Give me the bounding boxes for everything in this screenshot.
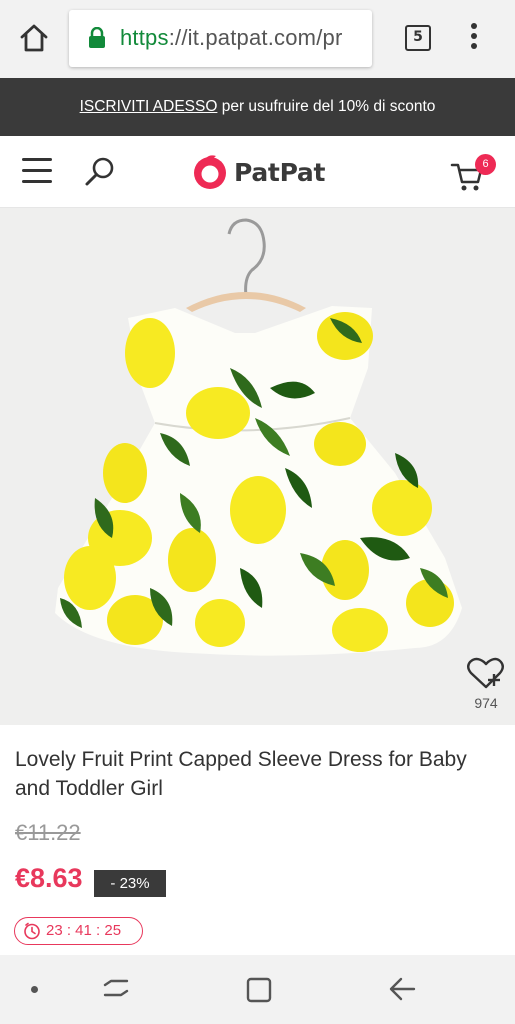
back-arrow-icon[interactable] bbox=[386, 975, 418, 1003]
lemon-dress-image bbox=[55, 218, 462, 656]
lock-icon bbox=[89, 27, 105, 48]
discount-badge: - 23% bbox=[94, 870, 166, 897]
dot-icon[interactable] bbox=[31, 986, 38, 993]
promo-banner: ISCRIVITI ADESSO per usufruire del 10% d… bbox=[0, 78, 515, 136]
countdown-timer: 23 : 41 : 25 bbox=[14, 917, 143, 945]
home-icon[interactable] bbox=[18, 22, 50, 54]
cart-count-badge: 6 bbox=[475, 154, 496, 175]
original-price: €11.22 bbox=[15, 820, 81, 845]
recents-icon[interactable] bbox=[100, 975, 132, 1003]
url-bar[interactable]: https://it.patpat.com/pr bbox=[69, 10, 372, 67]
sale-price: €8.63 bbox=[15, 863, 83, 893]
promo-text: per usufruire del 10% di sconto bbox=[217, 98, 436, 115]
signup-link[interactable]: ISCRIVITI ADESSO bbox=[80, 98, 218, 115]
countdown-text: 23 : 41 : 25 bbox=[46, 922, 122, 939]
product-title: Lovely Fruit Print Capped Sleeve Dress f… bbox=[15, 748, 467, 800]
site-header: PatPat 6 bbox=[0, 136, 515, 208]
home-square-icon[interactable] bbox=[244, 975, 274, 1005]
url-domain: ://it.patpat.com/pr bbox=[168, 25, 343, 50]
search-icon[interactable] bbox=[82, 154, 118, 190]
url-scheme: https bbox=[120, 25, 169, 50]
logo-text: PatPat bbox=[234, 157, 326, 187]
url-text: https://it.patpat.com/pr bbox=[120, 25, 342, 51]
more-vert-icon[interactable] bbox=[464, 23, 484, 53]
heart-add-icon[interactable] bbox=[466, 656, 506, 690]
browser-toolbar: https://it.patpat.com/pr 5 bbox=[0, 0, 515, 78]
cart-button[interactable]: 6 bbox=[450, 154, 498, 194]
patpat-logo[interactable]: PatPat bbox=[192, 152, 325, 192]
menu-icon[interactable] bbox=[22, 158, 52, 184]
tabs-button[interactable]: 5 bbox=[405, 25, 431, 51]
favorite-count: 974 bbox=[474, 695, 498, 711]
timer-icon bbox=[24, 922, 40, 940]
patpat-logo-icon bbox=[194, 155, 226, 189]
product-image[interactable]: 974 bbox=[0, 208, 515, 725]
system-nav-bar bbox=[0, 955, 515, 1024]
